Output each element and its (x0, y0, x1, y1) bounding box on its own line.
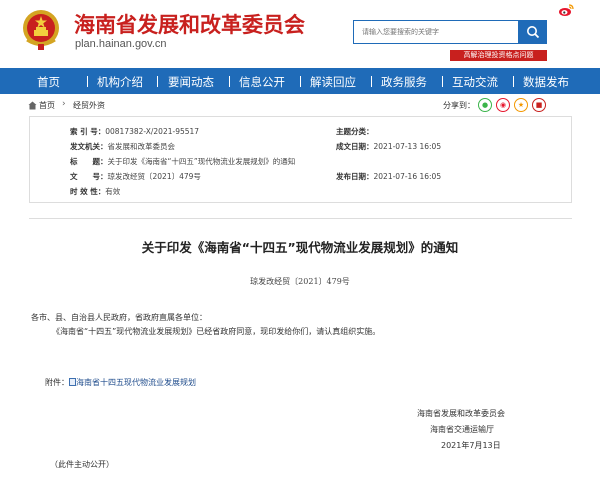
meta-publish-date: 发布日期：2021-07-16 16:05 (336, 172, 442, 181)
meta-topic: 主题分类： (336, 127, 374, 136)
meta-written-date: 成文日期：2021-07-13 16:05 (336, 142, 442, 151)
nav-item-interaction[interactable]: 互动交流 (452, 74, 498, 90)
search-icon (527, 26, 540, 39)
document-recipients: 各市、县、自治县人民政府，省政府直属各单位： (31, 313, 207, 322)
main-nav: 首页 机构介绍 要闻动态 信息公开 解读回应 政务服务 互动交流 数据发布 (0, 68, 600, 94)
hot-topic-banner[interactable]: 高解治理投资格点问题 (450, 50, 547, 61)
breadcrumb-current[interactable]: 经贸外资 (73, 100, 105, 111)
search-input[interactable] (354, 21, 518, 43)
site-url: plan.hainan.gov.cn (75, 38, 167, 50)
meta-title: 标 题：关于印发《海南省“十四五”现代物流业发展规划》的通知 (70, 157, 296, 166)
meta-issuer: 发文机关：省发展和改革委员会 (70, 142, 175, 151)
qzone-share-icon[interactable]: ★ (514, 98, 528, 112)
share-label: 分享到： (443, 101, 475, 110)
nav-divider (442, 76, 443, 87)
nav-divider (229, 76, 230, 87)
site-title[interactable]: 海南省发展和改革委员会 (74, 9, 305, 39)
nav-divider (371, 76, 372, 87)
meta-validity: 时 效 性：有效 (70, 187, 121, 196)
document-metadata-box: 索 引 号：00817382-X/2021-95517 主题分类： 发文机关：省… (29, 116, 572, 203)
nav-item-disclosure[interactable]: 信息公开 (239, 74, 285, 90)
breadcrumb: 首页 › 经贸外资 分享到： ● ◉ ★ ■ (26, 98, 576, 114)
nav-item-interpretation[interactable]: 解读回应 (310, 74, 356, 90)
breadcrumb-separator: › (62, 99, 66, 109)
nav-item-data[interactable]: 数据发布 (523, 74, 569, 90)
weibo-share-icon[interactable]: ◉ (496, 98, 510, 112)
public-notice: （此件主动公开） (50, 460, 114, 469)
nav-item-services[interactable]: 政务服务 (381, 74, 427, 90)
search-box (353, 20, 519, 44)
site-header: 海南省发展和改革委员会 plan.hainan.gov.cn 高解治理投资格点问… (0, 0, 600, 68)
breadcrumb-home[interactable]: 首页 (39, 100, 55, 111)
signature-org-2: 海南省交通运输厅 (430, 425, 494, 434)
nav-divider (87, 76, 88, 87)
nav-item-news[interactable]: 要闻动态 (168, 74, 214, 90)
wechat-share-icon[interactable]: ● (478, 98, 492, 112)
print-share-icon[interactable]: ■ (532, 98, 546, 112)
attachment-label: 附件： (45, 378, 69, 387)
document-title: 关于印发《海南省“十四五”现代物流业发展规划》的通知 (141, 240, 459, 255)
home-icon (28, 101, 37, 110)
nav-item-about[interactable]: 机构介绍 (97, 74, 143, 90)
meta-index: 索 引 号：00817382-X/2021-95517 (70, 127, 200, 136)
document-number: 琼发改经贸〔2021〕479号 (250, 277, 350, 286)
attachment-link[interactable]: 海南省十四五现代物流业发展规划 (76, 378, 196, 387)
nav-divider (300, 76, 301, 87)
signature-org-1: 海南省发展和改革委员会 (417, 409, 505, 418)
weibo-icon[interactable] (558, 3, 574, 17)
nav-item-home[interactable]: 首页 (37, 74, 60, 90)
content-divider (29, 218, 572, 219)
document-body: 《海南省“十四五”现代物流业发展规划》已经省政府同意，现印发给你们，请认真组织实… (52, 327, 381, 336)
file-icon (69, 378, 76, 386)
nav-divider (157, 76, 158, 87)
national-emblem-icon (23, 10, 59, 50)
signature-date: 2021年7月13日 (441, 441, 501, 450)
meta-doc-number: 文 号：琼发改经贸〔2021〕479号 (70, 172, 201, 181)
nav-divider (513, 76, 514, 87)
search-button[interactable] (519, 20, 547, 44)
attachment-line: 附件： 海南省十四五现代物流业发展规划 (45, 377, 196, 388)
